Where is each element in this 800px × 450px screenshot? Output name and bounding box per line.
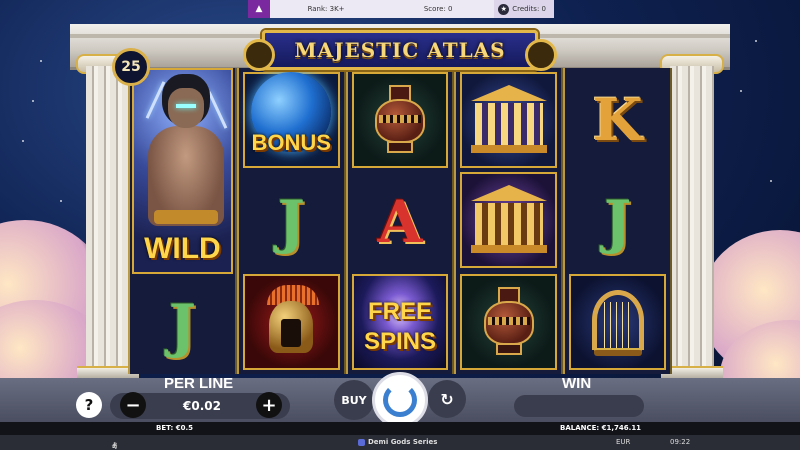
star xyxy=(755,40,757,42)
decrease-bet-button[interactable]: − xyxy=(120,392,146,418)
lyre-base xyxy=(593,348,642,356)
settings-icon[interactable]: ✦ xyxy=(110,441,119,450)
reel-1: WILD J xyxy=(128,68,237,374)
a-glyph: A xyxy=(377,188,423,256)
top-status-bar: ▲ Rank: 3K+ Score: 0 ★ Credits: 0 xyxy=(248,0,554,18)
temple-roof xyxy=(470,85,547,101)
spin-icon xyxy=(383,383,417,417)
pillar-right xyxy=(670,66,714,376)
temple-columns xyxy=(474,203,543,245)
star-icon: ★ xyxy=(498,3,510,15)
temple-steps xyxy=(470,145,547,153)
vase-symbol xyxy=(351,72,449,168)
titan-head xyxy=(168,88,204,128)
reel-3: A FREE SPINS xyxy=(345,68,455,374)
symbol-k: K xyxy=(569,72,666,168)
series-label: Demi Gods Series xyxy=(358,438,437,446)
vase-foot xyxy=(495,343,522,355)
temple-roof xyxy=(470,185,547,201)
amphora-vase xyxy=(374,85,425,155)
win-display xyxy=(514,395,644,417)
helmet-visor xyxy=(281,319,302,347)
title-plaque: MAJESTIC ATLAS xyxy=(243,30,557,71)
vase-symbol xyxy=(460,274,558,370)
spins-label: SPINS xyxy=(363,328,436,355)
reel-5: K J xyxy=(563,68,672,374)
star xyxy=(770,180,772,182)
per-line-value: €0.02 xyxy=(183,399,221,413)
symbol-j: J xyxy=(134,278,231,374)
j-glyph: J xyxy=(277,188,305,256)
reel-grid: WILD J BONUS J A FREE SPINS K J xyxy=(128,68,672,374)
lyre-strings xyxy=(603,302,632,348)
helmet-symbol xyxy=(242,274,340,370)
free-label: FREE xyxy=(367,298,432,325)
wild-label: WILD xyxy=(144,232,221,265)
credits-text: Credits: 0 xyxy=(512,5,546,13)
temple-symbol xyxy=(460,72,558,168)
lightning-bolt xyxy=(145,81,166,119)
symbol-a: A xyxy=(352,174,449,270)
lyre-icon xyxy=(586,286,650,358)
increase-bet-button[interactable]: + xyxy=(256,392,282,418)
star xyxy=(40,60,42,62)
lyre-symbol xyxy=(569,274,666,370)
currency-text: EUR xyxy=(616,438,631,446)
vase-band xyxy=(378,115,421,123)
game-stage: ▲ Rank: 3K+ Score: 0 ★ Credits: 0 WILD J… xyxy=(0,0,800,450)
lightning-bolt xyxy=(207,91,228,129)
reel-2: BONUS J xyxy=(236,68,346,374)
spartan-helmet xyxy=(259,285,323,359)
vase-band xyxy=(487,317,530,325)
bonus-label: BONUS xyxy=(251,130,331,155)
pillar-left xyxy=(86,66,130,376)
bonus-symbol: BONUS xyxy=(242,72,340,168)
autoplay-icon: ↻ xyxy=(440,389,454,409)
footer-bar: ⌂ ♫ ✦ Demi Gods Series EUR 09:22 xyxy=(0,435,800,450)
temple-icon xyxy=(470,185,547,255)
balance-text: BALANCE: €1,746.11 xyxy=(560,424,642,432)
temple-symbol xyxy=(460,172,558,268)
autoplay-button[interactable]: ↻ xyxy=(428,380,466,418)
buy-feature-button[interactable]: BUY xyxy=(334,380,374,420)
rank-text: Rank: 3K+ xyxy=(307,5,345,13)
titan-eyes xyxy=(176,104,196,108)
clock-text: 09:22 xyxy=(670,438,691,446)
star xyxy=(740,90,742,92)
spin-button[interactable] xyxy=(372,372,428,428)
j-glyph: J xyxy=(168,292,197,360)
free-spins-symbol: FREE SPINS xyxy=(351,274,449,370)
star xyxy=(32,100,34,102)
symbol-j: J xyxy=(243,174,340,270)
star xyxy=(22,140,24,142)
star xyxy=(60,200,62,202)
series-text: Demi Gods Series xyxy=(368,438,438,446)
amphora-vase xyxy=(483,287,534,357)
k-glyph: K xyxy=(592,86,643,154)
temple-columns xyxy=(474,103,543,145)
credits-box[interactable]: ★ Credits: 0 xyxy=(494,0,554,18)
temple-steps xyxy=(470,245,547,253)
wild-symbol: WILD xyxy=(132,68,233,274)
bet-total: BET: €0.5 xyxy=(156,424,194,432)
win-label: WIN xyxy=(562,375,592,392)
reel-4 xyxy=(454,68,564,374)
help-button[interactable]: ? xyxy=(76,392,102,418)
trophy-icon[interactable]: ▲ xyxy=(248,0,270,18)
game-title: MAJESTIC ATLAS xyxy=(294,38,506,62)
series-icon xyxy=(358,438,365,446)
titan-belt xyxy=(154,210,218,224)
symbol-j: J xyxy=(569,174,666,270)
score-text: Score: 0 xyxy=(423,5,453,13)
info-strip: BET: €0.5 BALANCE: €1,746.11 xyxy=(0,422,800,435)
paylines-badge: 25 xyxy=(112,48,150,86)
temple-icon xyxy=(470,85,547,155)
per-line-label: PER LINE xyxy=(164,375,234,392)
j-glyph: J xyxy=(603,188,632,256)
vase-foot xyxy=(386,141,413,153)
